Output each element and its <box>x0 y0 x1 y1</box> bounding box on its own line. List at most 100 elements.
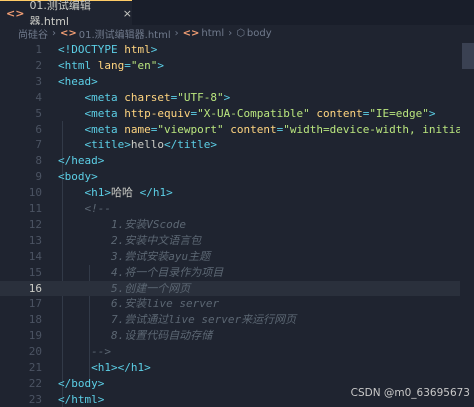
code-line[interactable]: 6 <meta name="viewport" content="width=d… <box>0 122 469 138</box>
code-text: 8.设置代码自动存储 <box>58 328 212 344</box>
close-icon[interactable]: × <box>123 7 132 20</box>
code-token: > <box>428 106 436 120</box>
code-token: meta <box>91 122 118 136</box>
code-line[interactable]: 8 </head> <box>0 153 466 169</box>
code-text: </html> <box>58 392 104 407</box>
line-number: 9 <box>35 170 42 184</box>
code-token: "en" <box>130 58 158 72</box>
code-line[interactable]: 19 8.设置代码自动存储 <box>0 328 466 344</box>
code-token: > <box>210 138 217 152</box>
code-token: head <box>64 74 92 88</box>
code-token: > <box>91 170 98 184</box>
code-text: 1.安装VScode <box>58 217 186 233</box>
code-line[interactable]: 2 <html lang="en"> <box>0 58 466 74</box>
code-text: <html lang="en"> <box>58 58 164 74</box>
code-line[interactable]: 18 7.尝试通过live server来运行网页 <box>0 312 466 328</box>
code-line[interactable]: 5 <meta http-equiv="X-UA-Compatible" con… <box>0 106 466 122</box>
code-token: 8.设置代码自动存储 <box>110 329 213 343</box>
breadcrumb: 尚硅谷 › <> 01.测试编辑器.html › <> html › ⬡ bod… <box>0 25 474 41</box>
code-token: content <box>230 122 277 136</box>
code-token: 3.尝试安装ayu主题 <box>110 249 211 263</box>
code-line[interactable]: 20 --> <box>0 344 466 360</box>
minimap[interactable] <box>460 41 474 407</box>
code-token: "viewport" <box>157 122 224 136</box>
breadcrumb-html[interactable]: html <box>201 28 224 39</box>
code-token: 6.安装live server <box>110 297 220 311</box>
code-token: <!-- <box>84 202 112 215</box>
line-number: 5 <box>35 106 42 120</box>
code-line[interactable]: 4 <meta charset="UTF-8"> <box>0 90 466 106</box>
code-token: < <box>58 170 65 184</box>
line-number: 4 <box>35 90 42 104</box>
code-line[interactable]: 14 3.尝试安装ayu主题 <box>0 249 466 265</box>
code-token: h1 <box>152 186 167 200</box>
code-line[interactable]: 10 <h1>哈哈 </h1> <box>0 185 466 201</box>
code-line[interactable]: 1 <!DOCTYPE html> <box>0 42 466 58</box>
code-line[interactable]: 21 <h1></h1> <box>0 360 466 376</box>
code-line[interactable]: 13 2.安装中文语言包 <box>0 233 466 249</box>
code-token: http-equiv <box>124 106 191 120</box>
line-number: 23 <box>28 392 42 406</box>
code-line[interactable]: 9 <body> <box>0 169 466 185</box>
html-file-icon: <> <box>6 6 25 20</box>
breadcrumb-root[interactable]: 尚硅谷 <box>18 26 48 41</box>
code-token: html <box>64 58 92 72</box>
code-token: > <box>97 154 105 168</box>
code-editor[interactable]: 1 <!DOCTYPE html> 2 <html lang="en"> 3 <head>… <box>0 41 469 407</box>
element-cube-icon: ⬡ <box>236 27 245 39</box>
html-file-icon: <> <box>60 27 77 39</box>
code-text: --> <box>58 344 111 360</box>
watermark: CSDN @m0_63695673 <box>350 387 470 399</box>
code-text: <meta charset="UTF-8"> <box>58 90 231 106</box>
code-text: <meta http-equiv="X-UA-Compatible" conte… <box>58 106 436 122</box>
code-token: body <box>71 376 98 390</box>
code-line[interactable]: 3 <head> <box>0 74 466 90</box>
line-number: 1 <box>35 43 42 56</box>
code-token: > <box>166 186 173 200</box>
code-token: 7.尝试通过live server来运行网页 <box>110 313 297 327</box>
code-token: > <box>91 74 98 88</box>
code-token: meta <box>91 106 118 120</box>
code-token: </ <box>58 376 72 390</box>
chevron-right-icon: › <box>52 27 56 39</box>
code-line[interactable]: 7 <title>hello</title> <box>0 137 466 153</box>
tab-editor-file[interactable]: <> 01.测试编辑器.html × <box>0 0 132 28</box>
code-line[interactable]: 15 4.将一个目录作为项目 <box>0 265 466 281</box>
code-token: 哈哈 <box>111 186 140 200</box>
breadcrumb-file[interactable]: 01.测试编辑器.html <box>79 26 171 41</box>
code-text: <body> <box>58 169 98 185</box>
code-token: > <box>97 376 105 390</box>
code-token: head <box>71 154 98 168</box>
code-text: 5.创建一个网页 <box>58 281 190 297</box>
minimap-slider[interactable] <box>462 43 474 69</box>
code-line[interactable]: 16 5.创建一个网页 <box>0 280 466 297</box>
code-token: h1 <box>91 186 105 200</box>
code-token: meta <box>91 90 118 104</box>
code-token: "UTF-8" <box>177 90 224 104</box>
line-number: 17 <box>28 297 42 311</box>
code-text: 2.安装中文语言包 <box>58 233 201 249</box>
code-token: </ <box>58 392 72 406</box>
line-number: 12 <box>28 217 42 231</box>
breadcrumb-body[interactable]: body <box>247 28 272 39</box>
line-number: 14 <box>28 249 42 263</box>
tab-bar: <> 01.测试编辑器.html × <box>0 0 474 28</box>
code-line[interactable]: 11 <!-- <box>0 201 466 217</box>
line-number: 11 <box>28 202 42 215</box>
code-token: charset <box>124 90 171 104</box>
code-line[interactable]: 12 1.安装VScode <box>0 217 466 233</box>
code-line[interactable]: 17 6.安装live server <box>0 296 466 312</box>
code-token: "width=device-width, initial <box>283 122 469 136</box>
code-token: > <box>150 43 158 56</box>
line-number: 15 <box>28 265 42 279</box>
code-token: title <box>177 138 211 152</box>
code-token: </ <box>164 138 178 152</box>
